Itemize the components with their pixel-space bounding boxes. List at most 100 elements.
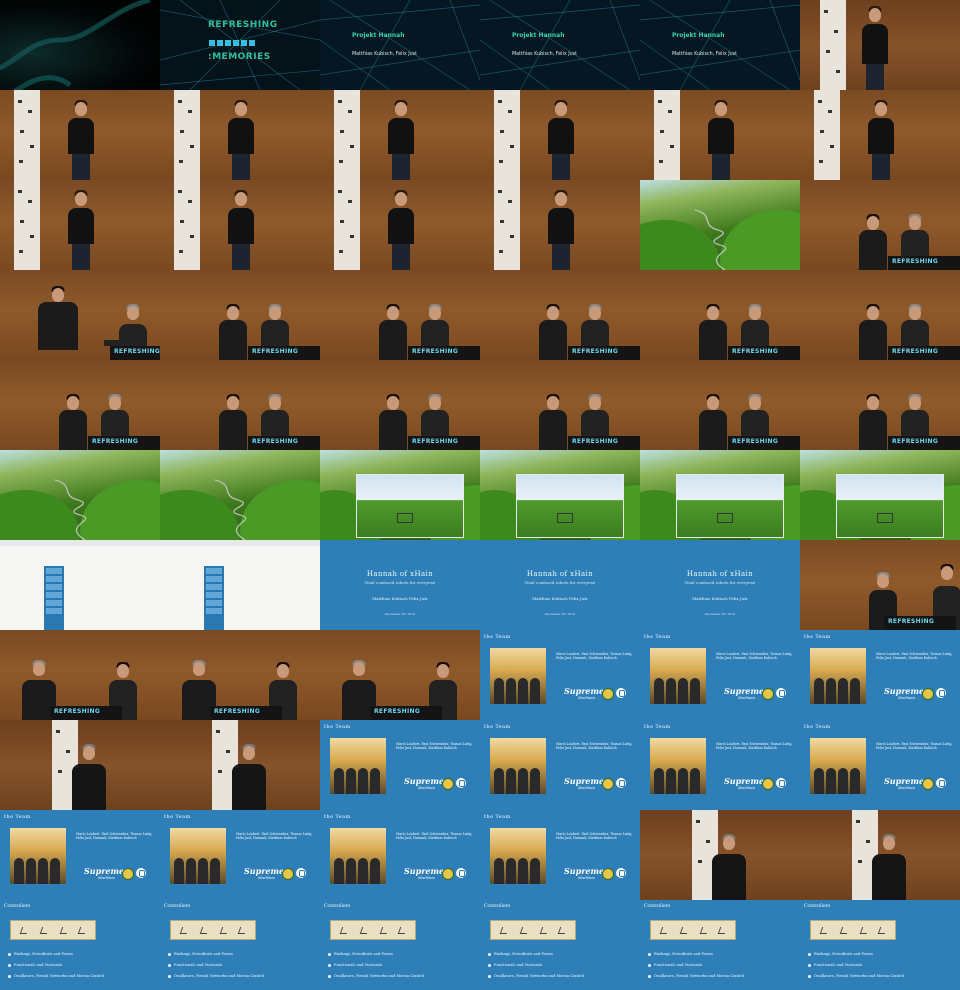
university-seal-icon: [282, 868, 294, 880]
speaker-person: [218, 390, 248, 450]
simulation-frame[interactable]: [640, 450, 800, 540]
duo-speakers-frame[interactable]: REFRESHING: [800, 180, 960, 270]
list-item: Functionals and Vectorials: [808, 963, 958, 967]
duo-speakers-frame[interactable]: REFRESHING: [320, 630, 480, 720]
duo-speakers-frame[interactable]: REFRESHING: [800, 360, 960, 450]
blue-title-slide-frame[interactable]: Hannah of xHain Total confused robots fo…: [640, 540, 800, 630]
duo-speakers-frame[interactable]: REFRESHING: [480, 270, 640, 360]
controllers-slide-frame[interactable]: Controllers Bindings, Periodicals and Fo…: [320, 900, 480, 990]
blue-title-slide-frame[interactable]: Hannah of xHain Total confused robots fo…: [480, 540, 640, 630]
team-slide-frame[interactable]: the Team Mario Laubert, Paul Schwember, …: [800, 630, 960, 720]
controllers-slide-frame[interactable]: Controllers Bindings, Periodicals and Fo…: [480, 900, 640, 990]
browser-frame[interactable]: [160, 540, 320, 630]
controllers-slide-frame[interactable]: Controllers Bindings, Periodicals and Fo…: [0, 900, 160, 990]
controllers-slide-frame[interactable]: Controllers Bindings, Periodicals and Fo…: [160, 900, 320, 990]
team-slide-frame[interactable]: the Team Mario Laubert, Paul Schwember, …: [480, 630, 640, 720]
speaker-person: [386, 96, 416, 180]
landscape-frame[interactable]: [160, 450, 320, 540]
duo-speakers-frame[interactable]: REFRESHING: [320, 360, 480, 450]
duo-speakers-frame[interactable]: REFRESHING: [800, 270, 960, 360]
team-slide-frame[interactable]: the Team Mario Laubert, Paul Schwember, …: [320, 720, 480, 810]
podium-label: REFRESHING: [892, 348, 939, 355]
simulation-frame[interactable]: [800, 450, 960, 540]
duo-speakers-frame[interactable]: REFRESHING: [640, 360, 800, 450]
landscape-frame[interactable]: [0, 450, 160, 540]
podium: REFRESHING: [50, 706, 122, 720]
speaker-frame[interactable]: [480, 180, 640, 270]
speaker-frame[interactable]: [320, 90, 480, 180]
duo-speakers-frame[interactable]: REFRESHING: [320, 270, 480, 360]
team-slide-frame[interactable]: the Team Mario Laubert, Paul Schwember, …: [480, 810, 640, 900]
speaker-frame[interactable]: [160, 90, 320, 180]
podium-label: REFRESHING: [252, 438, 299, 445]
controllers-slide-frame[interactable]: Controllers Bindings, Periodicals and Fo…: [800, 900, 960, 990]
speaker-frame[interactable]: [640, 810, 800, 900]
duo-speakers-frame[interactable]: REFRESHING: [0, 270, 160, 360]
duo-speakers-frame[interactable]: REFRESHING: [640, 270, 800, 360]
controllers-list: Bindings, Periodicals and Forms Function…: [808, 952, 958, 985]
list-item: Functionals and Vectorials: [168, 963, 318, 967]
team-slide-frame[interactable]: the Team Mario Laubert, Paul Schwember, …: [640, 630, 800, 720]
team-photo: [10, 828, 66, 884]
team-slide-frame[interactable]: the Team Mario Laubert, Paul Schwember, …: [640, 720, 800, 810]
project-slide-frame[interactable]: Projekt Hannah Matthias Kubisch, Felix J…: [640, 0, 800, 90]
supreme-logo: Supreme: [404, 776, 445, 786]
duo-speakers-frame[interactable]: REFRESHING: [160, 360, 320, 450]
supreme-logo-sub: Machines: [98, 876, 116, 880]
speaker-person: [386, 186, 416, 270]
network-lines: [320, 0, 480, 90]
speaker-frame[interactable]: [800, 0, 960, 90]
duo-speakers-frame[interactable]: REFRESHING: [160, 270, 320, 360]
simulation-frame[interactable]: [320, 450, 480, 540]
duo-speakers-frame[interactable]: REFRESHING: [0, 630, 160, 720]
team-names: Mario Laubert, Paul Schwember, Tiomas Lu…: [716, 742, 793, 751]
team-slide-frame[interactable]: the Team Mario Laubert, Paul Schwember, …: [320, 810, 480, 900]
title-slide-frame[interactable]: REFRESHING :MEMORIES: [160, 0, 320, 90]
landscape-frame[interactable]: [640, 180, 800, 270]
dark-intro-frame[interactable]: [0, 0, 160, 90]
duo-speakers-frame[interactable]: REFRESHING: [0, 360, 160, 450]
video-thumbnail-grid: REFRESHING :MEMORIES Projekt Hannah Matt…: [0, 0, 960, 990]
speaker-frame[interactable]: [0, 720, 160, 810]
speaker-frame[interactable]: [640, 90, 800, 180]
speaker-frame[interactable]: [160, 180, 320, 270]
project-title: Projekt Hannah: [512, 32, 565, 39]
team-slide-frame[interactable]: the Team Mario Laubert, Paul Schwember, …: [480, 720, 640, 810]
team-slide-frame[interactable]: the Team Mario Laubert, Paul Schwember, …: [0, 810, 160, 900]
gait-diagram: [330, 920, 416, 940]
team-title: the Team: [324, 814, 351, 820]
duo-speakers-frame[interactable]: REFRESHING: [480, 360, 640, 450]
speaker-frame[interactable]: [0, 90, 160, 180]
speaker-frame[interactable]: [800, 90, 960, 180]
simulation-frame[interactable]: [480, 450, 640, 540]
controllers-slide-frame[interactable]: Controllers Bindings, Periodicals and Fo…: [640, 900, 800, 990]
slide-subtitle: Total confused robots for everyone: [364, 580, 436, 585]
speaker-frame[interactable]: [800, 810, 960, 900]
team-title: the Team: [484, 724, 511, 730]
speaker-person: [858, 300, 888, 360]
slide-title: Hannah of xHain: [526, 570, 594, 578]
list-item: Oscillators, Neural Networks and Motion …: [328, 974, 478, 978]
duo-speakers-frame[interactable]: REFRESHING: [800, 540, 960, 630]
speaker-frame[interactable]: [480, 90, 640, 180]
university-seal-icon: [442, 778, 454, 790]
speaker-person: [872, 830, 906, 900]
speaker-frame[interactable]: [320, 180, 480, 270]
list-item: Bindings, Periodicals and Forms: [648, 952, 798, 956]
speaker-person: [546, 96, 576, 180]
team-slide-frame[interactable]: the Team Mario Laubert, Paul Schwember, …: [160, 810, 320, 900]
team-slide-frame[interactable]: the Team Mario Laubert, Paul Schwember, …: [800, 720, 960, 810]
project-slide-frame[interactable]: Projekt Hannah Matthias Kubisch, Felix J…: [480, 0, 640, 90]
wall-pillar: [334, 90, 360, 180]
speaker-frame[interactable]: [160, 720, 320, 810]
team-title: the Team: [484, 814, 511, 820]
blue-title-slide-frame[interactable]: Hannah of xHain Total confused robots fo…: [320, 540, 480, 630]
university-seal-icon: [762, 688, 774, 700]
duo-speakers-frame[interactable]: REFRESHING: [160, 630, 320, 720]
supreme-logo: Supreme: [884, 776, 925, 786]
university-seal-icon: [602, 868, 614, 880]
project-slide-frame[interactable]: Projekt Hannah Matthias Kubisch, Felix J…: [320, 0, 480, 90]
team-photo: [650, 648, 706, 704]
browser-frame[interactable]: [0, 540, 160, 630]
speaker-frame[interactable]: [0, 180, 160, 270]
